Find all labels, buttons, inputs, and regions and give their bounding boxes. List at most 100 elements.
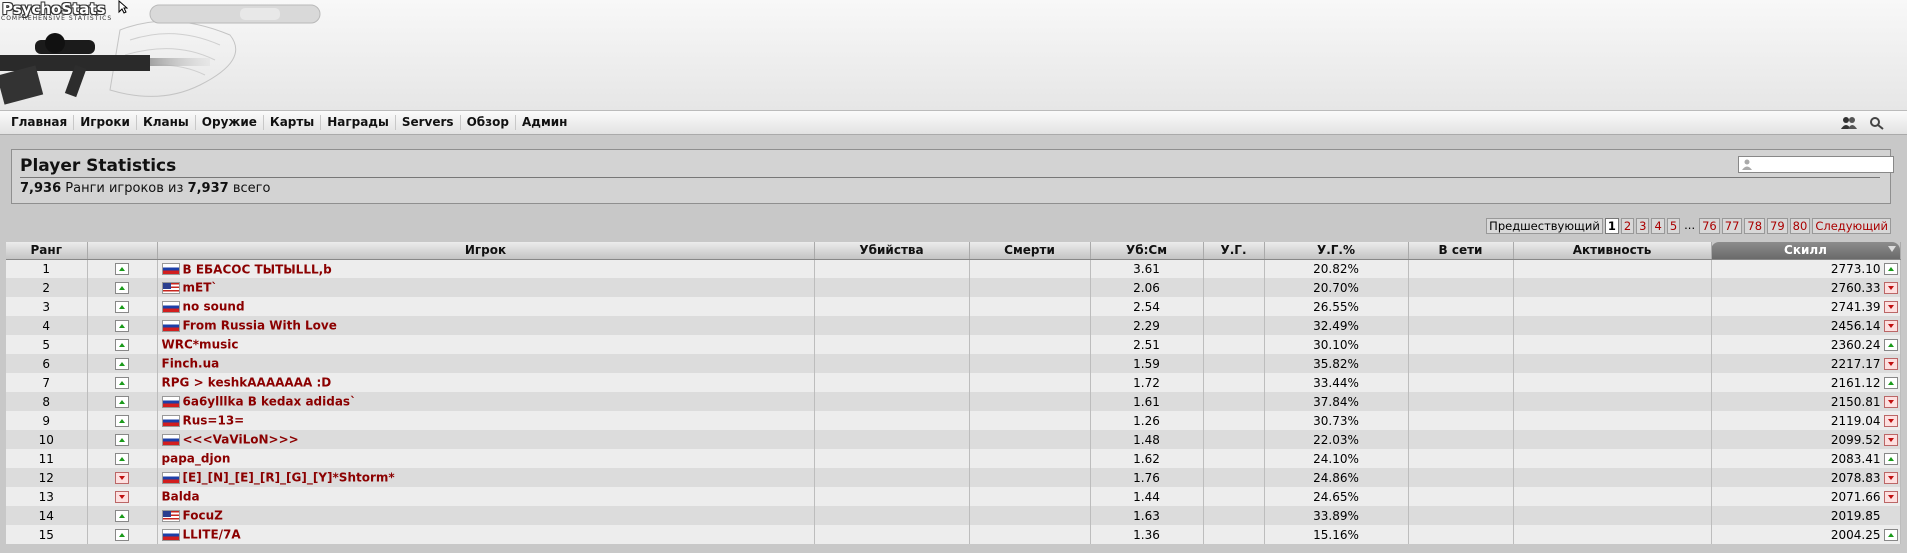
pager-page[interactable]: 5 <box>1666 218 1681 234</box>
skill-value: 2083.41 <box>1830 451 1881 466</box>
kills-cell <box>814 335 970 354</box>
activity-cell <box>1513 373 1712 392</box>
country-flag-icon <box>161 433 180 446</box>
nav-item-servers[interactable]: Servers <box>396 115 461 130</box>
total-text: всего <box>228 181 271 196</box>
player-link[interactable]: 6a6ylllka B kedax adidas` <box>183 395 357 409</box>
online-cell <box>1408 430 1514 449</box>
player-cell: [E]_[N]_[E]_[R]_[G]_[Y]*Shtorm* <box>157 468 815 487</box>
trend-cell <box>87 335 158 354</box>
online-cell <box>1408 468 1514 487</box>
player-link[interactable]: WRC*music <box>162 338 239 352</box>
table-row: 15 LLITE/7A 1.36 15.16% 2004.25 <box>6 525 1901 544</box>
trend-cell <box>87 411 158 430</box>
title-box: Player Statistics 7,936 Ранги игроков из… <box>11 149 1894 204</box>
kills-cell <box>814 411 970 430</box>
pager-page[interactable]: 79 <box>1767 218 1788 234</box>
player-link[interactable]: LLITE/7A <box>183 528 241 542</box>
nav-item-clans[interactable]: Кланы <box>137 115 196 130</box>
kills-cell <box>814 373 970 392</box>
col-header-deaths[interactable]: Смерти <box>969 242 1091 260</box>
skill-cell: 2083.41 <box>1711 449 1901 468</box>
pager-page[interactable]: 77 <box>1721 218 1743 234</box>
skill-value: 2217.17 <box>1830 356 1881 371</box>
nav-item-maps[interactable]: Карты <box>264 115 322 130</box>
hs-cell <box>1203 411 1265 430</box>
kills-cell <box>814 487 970 506</box>
skill-cell: 2019.85 <box>1711 506 1901 525</box>
skill-cell: 2360.24 <box>1711 335 1901 354</box>
player-cell: В ЕБАСОС ТЫТЫLLL,b <box>157 259 815 278</box>
logo-subtext: COMPREHENSIVE STATISTICS <box>1 15 113 22</box>
nav-item-admin[interactable]: Админ <box>516 115 574 130</box>
player-link[interactable]: Finch.ua <box>162 357 220 371</box>
nav-item-weapons[interactable]: Оружие <box>196 115 264 130</box>
col-header-skill[interactable]: Скилл <box>1711 242 1901 260</box>
users-icon[interactable] <box>1841 116 1857 130</box>
table-row: 10 <<<VaViLoN>>> 1.48 22.03% 2099.52 <box>6 430 1901 449</box>
col-header-online[interactable]: В сети <box>1408 242 1514 260</box>
pager-page[interactable]: 76 <box>1699 218 1720 234</box>
pager-page[interactable]: 4 <box>1651 218 1665 234</box>
kd-cell: 1.36 <box>1090 525 1204 544</box>
pager-page[interactable]: 3 <box>1636 218 1650 234</box>
skill-value: 2150.81 <box>1830 394 1881 409</box>
kills-cell <box>814 468 970 487</box>
kills-cell <box>814 430 970 449</box>
kd-cell: 1.26 <box>1090 411 1204 430</box>
player-link[interactable]: <<<VaViLoN>>> <box>183 433 299 447</box>
player-link[interactable]: papa_djon <box>162 452 231 466</box>
pager-page[interactable]: 80 <box>1789 218 1811 234</box>
player-link[interactable]: RPG > keshkAAAAAAA :D <box>162 376 332 390</box>
skill-value: 2161.12 <box>1830 375 1881 390</box>
col-header-hs[interactable]: У.Г. <box>1203 242 1265 260</box>
rank-cell: 4 <box>6 316 88 335</box>
hs-pct-cell: 20.70% <box>1264 278 1409 297</box>
player-link[interactable]: no sound <box>183 300 245 314</box>
nav-item-awards[interactable]: Награды <box>321 115 396 130</box>
hs-cell <box>1203 430 1265 449</box>
rank-trend-up-icon <box>115 263 129 276</box>
hs-pct-cell: 20.82% <box>1264 259 1409 278</box>
skill-trend-down-icon <box>1883 433 1898 446</box>
col-header-kd[interactable]: Уб:См <box>1090 242 1204 260</box>
skill-trend-down-icon <box>1883 414 1898 427</box>
pager-page[interactable]: 1 <box>1604 218 1619 234</box>
player-search-input[interactable] <box>1738 156 1894 173</box>
player-link[interactable]: В ЕБАСОС ТЫТЫLLL,b <box>183 262 332 276</box>
hs-pct-cell: 33.44% <box>1264 373 1409 392</box>
rank-trend-up-icon <box>115 415 129 427</box>
player-link[interactable]: Rus=13= <box>183 414 245 428</box>
hs-pct-cell: 30.73% <box>1264 411 1409 430</box>
col-header-player[interactable]: Игрок <box>157 242 815 260</box>
col-header-hs-pct[interactable]: У.Г.% <box>1264 242 1409 260</box>
pager-next[interactable]: Следующий <box>1812 218 1891 234</box>
hs-pct-cell: 26.55% <box>1264 297 1409 316</box>
search-icon[interactable] <box>1869 116 1885 130</box>
deaths-cell <box>969 335 1091 354</box>
player-link[interactable]: mET` <box>183 281 218 295</box>
skill-cell: 2161.12 <box>1711 373 1901 392</box>
pager-page[interactable]: 2 <box>1620 218 1635 234</box>
rank-trend-up-icon <box>115 510 129 522</box>
nav-item-players[interactable]: Игроки <box>74 115 137 130</box>
pager-prev[interactable]: Предшествующий <box>1486 218 1603 234</box>
skill-trend-down-icon <box>1883 395 1898 408</box>
nav-item-overview[interactable]: Обзор <box>461 115 516 130</box>
table-body: 1 В ЕБАСОС ТЫТЫLLL,b 3.61 20.82% 2773.10 2 mET… <box>6 259 1901 544</box>
trend-cell <box>87 525 158 544</box>
player-link[interactable]: [E]_[N]_[E]_[R]_[G]_[Y]*Shtorm* <box>183 471 395 485</box>
skill-trend-down-icon <box>1883 471 1898 484</box>
pager-page[interactable]: 78 <box>1744 218 1766 234</box>
col-header-kills[interactable]: Убийства <box>814 242 970 260</box>
rank-trend-up-icon <box>115 339 129 351</box>
player-link[interactable]: Balda <box>162 490 200 504</box>
online-cell <box>1408 316 1514 335</box>
player-link[interactable]: From Russia With Love <box>183 319 337 333</box>
col-header-activity[interactable]: Активность <box>1513 242 1712 260</box>
activity-cell <box>1513 259 1712 278</box>
nav-item-home[interactable]: Главная <box>5 115 75 130</box>
col-header-rank[interactable]: Ранг <box>6 242 88 260</box>
player-link[interactable]: FocuZ <box>183 509 223 523</box>
user-icon <box>1742 159 1752 170</box>
